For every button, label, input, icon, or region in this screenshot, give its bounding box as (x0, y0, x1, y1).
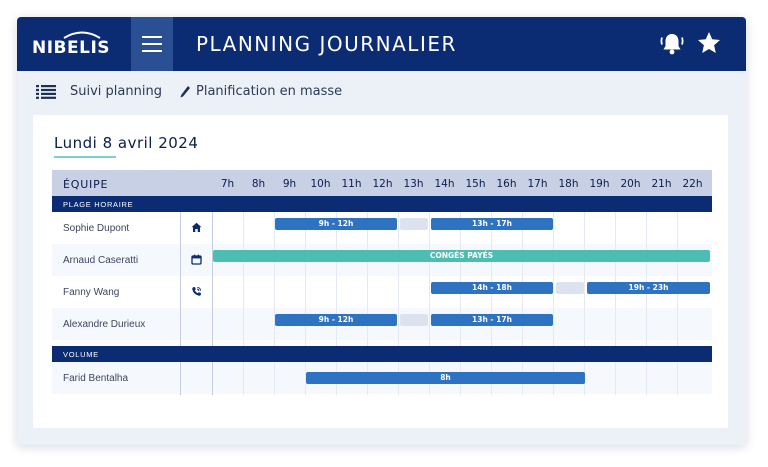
suivi-planning-link[interactable]: Suivi planning (36, 84, 162, 99)
section-label: VOLUME (63, 350, 99, 359)
home-icon (191, 222, 202, 232)
star-icon[interactable] (696, 30, 722, 56)
app-window: NIBELIS PLANNING JOURNALIER Suivi planni… (17, 17, 746, 445)
grid-line (553, 196, 554, 395)
hour-label: 19h (589, 178, 610, 190)
shift-bar[interactable]: 9h - 12h (275, 218, 397, 230)
hour-label: 10h (310, 178, 331, 190)
hour-label: 15h (465, 178, 486, 190)
menu-icon-line (142, 36, 162, 38)
hour-label: 17h (527, 178, 548, 190)
grid-line (646, 196, 647, 395)
employee-name: Arnaud Caseratti (63, 255, 139, 266)
planning-grid: Sophie Dupont Arnaud Caseratti Fanny Wan… (52, 170, 712, 395)
hour-label: 21h (651, 178, 672, 190)
hour-label: 7h (220, 178, 235, 190)
planning-date: Lundi 8 avril 2024 (54, 134, 199, 152)
grid-line (584, 196, 585, 395)
grid-line (180, 196, 181, 395)
menu-button[interactable] (131, 17, 173, 71)
menu-icon-line (142, 43, 162, 45)
hour-label: 22h (682, 178, 703, 190)
hour-label: 11h (341, 178, 362, 190)
section-label: PLAGE HORAIRE (63, 200, 134, 209)
shift-bar[interactable]: 14h - 18h (431, 282, 553, 294)
logo-text: NIBELIS (32, 38, 111, 58)
page-title: PLANNING JOURNALIER (196, 32, 457, 56)
team-column-header: ÉQUIPE (63, 178, 109, 191)
grid-header: ÉQUIPE 7h 8h 9h 10h 11h 12h 13h 14h 15h … (52, 170, 712, 196)
leave-bar[interactable]: CONGÉS PAYÉS (213, 250, 710, 262)
employee-name: Sophie Dupont (63, 223, 130, 234)
volume-bar[interactable]: 8h (306, 372, 585, 384)
shift-bar[interactable]: 13h - 17h (431, 314, 553, 326)
employee-name: Farid Bentalha (63, 373, 129, 384)
suivi-planning-label: Suivi planning (70, 84, 162, 99)
top-bar: NIBELIS PLANNING JOURNALIER (17, 17, 746, 71)
list-icon (36, 84, 56, 99)
calendar-icon (191, 254, 202, 265)
grid-line (398, 196, 399, 395)
sub-toolbar: Suivi planning Planification en masse (17, 71, 746, 113)
employee-name: Fanny Wang (63, 287, 120, 298)
bell-icon[interactable] (659, 31, 685, 57)
break-bar (556, 282, 584, 294)
date-underline (54, 156, 116, 158)
phone-icon (192, 286, 202, 296)
section-plage-horaire: PLAGE HORAIRE (52, 196, 712, 212)
planification-masse-label: Planification en masse (196, 84, 343, 99)
shift-bar[interactable]: 9h - 12h (275, 314, 397, 326)
nibelis-logo[interactable]: NIBELIS (32, 29, 122, 61)
hour-label: 12h (372, 178, 393, 190)
hour-label: 16h (496, 178, 517, 190)
grid-line (243, 196, 244, 395)
hour-label: 8h (251, 178, 266, 190)
hour-label: 14h (434, 178, 455, 190)
employee-name: Alexandre Durieux (63, 319, 146, 330)
hour-label: 18h (558, 178, 579, 190)
shift-bar[interactable]: 19h - 23h (587, 282, 710, 294)
grid-line (212, 196, 213, 395)
hour-label: 20h (620, 178, 641, 190)
planification-masse-link[interactable]: Planification en masse (179, 84, 342, 99)
break-bar (400, 218, 428, 230)
pencil-icon (180, 85, 190, 97)
shift-bar[interactable]: 13h - 17h (431, 218, 553, 230)
break-bar (400, 314, 428, 326)
grid-line (429, 196, 430, 395)
grid-line (615, 196, 616, 395)
section-volume: VOLUME (52, 346, 712, 362)
planning-card: Lundi 8 avril 2024 Sophie Dupont Arnaud … (33, 115, 728, 428)
grid-line (677, 196, 678, 395)
hour-label: 13h (403, 178, 424, 190)
hour-label: 9h (282, 178, 297, 190)
menu-icon-line (142, 50, 162, 52)
